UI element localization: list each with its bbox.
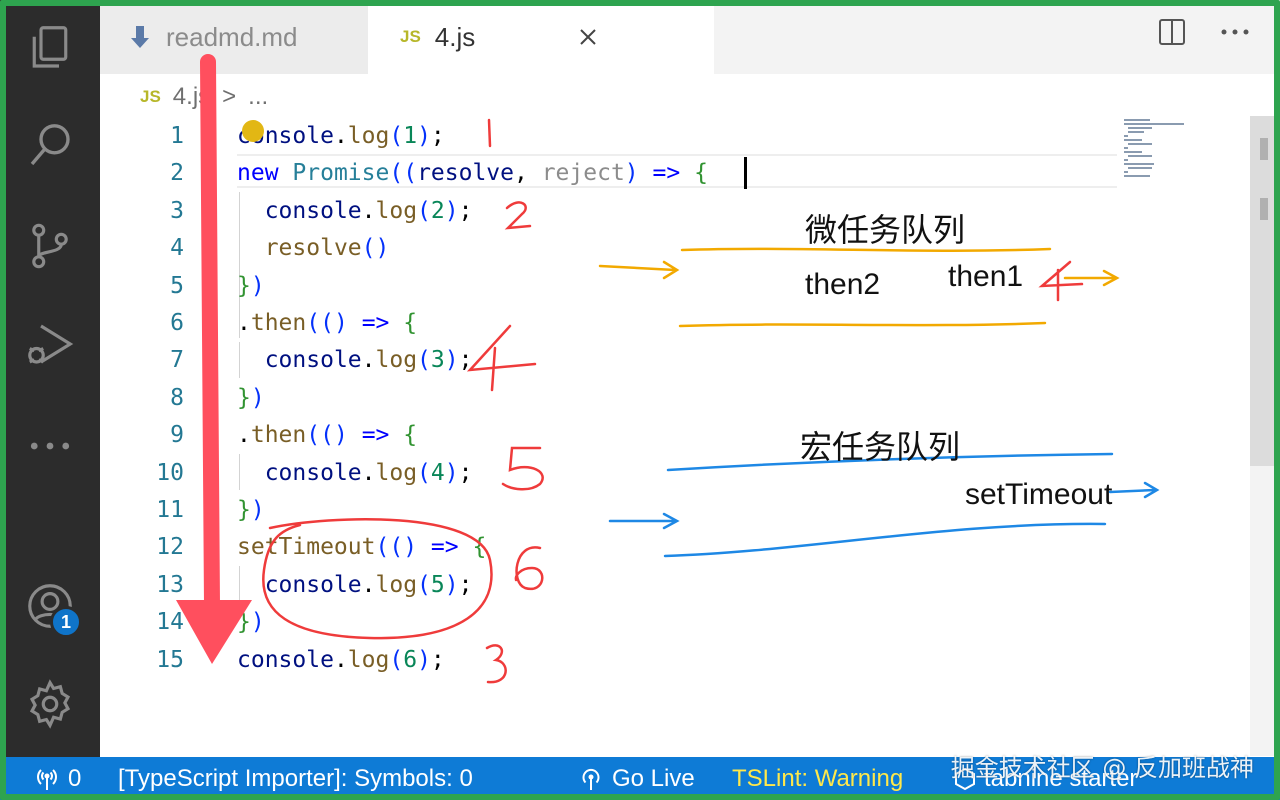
line-number: 9: [170, 422, 184, 449]
go-live-label: Go Live: [612, 764, 695, 792]
line-number: 3: [170, 197, 184, 224]
breadcrumb-more[interactable]: ...: [248, 83, 268, 111]
line-number: 13: [156, 571, 184, 598]
settings-gear-icon[interactable]: [22, 676, 78, 732]
breadcrumb: JS 4.js > ...: [140, 80, 268, 114]
tab-readmd[interactable]: readmd.md: [100, 0, 368, 74]
code-line[interactable]: 15 console.log(6);: [100, 642, 1116, 679]
tab-readmd-label: readmd.md: [166, 21, 298, 52]
code-text: setTimeout(() => {: [237, 534, 487, 561]
code-text: console.log(4);: [264, 459, 473, 486]
split-editor-icon[interactable]: [1158, 18, 1186, 46]
tab-4js[interactable]: JS 4.js: [368, 0, 714, 74]
line-number: 15: [156, 646, 184, 673]
more-dots-icon[interactable]: [22, 418, 78, 474]
code-line[interactable]: 8}): [100, 380, 1116, 417]
line-number: 8: [170, 384, 184, 411]
lightbulb-icon[interactable]: [242, 120, 264, 142]
code-line[interactable]: 7 console.log(3);: [100, 342, 1116, 379]
tab-4js-label: 4.js: [434, 21, 476, 52]
code-text: }): [237, 384, 265, 411]
code-line[interactable]: 9 .then(() => {: [100, 417, 1116, 454]
line-number: 4: [170, 235, 184, 262]
broadcast-icon: [37, 768, 57, 790]
line-number: 7: [170, 347, 184, 374]
remote-count: 0: [68, 764, 82, 792]
code-text: }): [237, 497, 265, 523]
microtask-item-then1: then1: [948, 260, 1024, 293]
breadcrumb-separator: >: [222, 83, 237, 110]
code-text: console.log(5);: [264, 571, 473, 598]
code-line[interactable]: 10 console.log(4);: [100, 455, 1116, 492]
line-number: 2: [170, 160, 184, 187]
microtask-item-then2: then2: [805, 268, 881, 301]
macrotask-item-settimeout: setTimeout: [965, 478, 1113, 511]
code-text: }): [237, 272, 265, 299]
tab-bar: readmd.md JS 4.js: [100, 0, 1280, 74]
code-text: console.log(2);: [264, 197, 473, 224]
scrollbar-thumb[interactable]: [1250, 116, 1274, 466]
explorer-files-icon[interactable]: [22, 20, 78, 76]
juejin-watermark: 掘金技术社区 @ 反加班战神: [950, 754, 1254, 782]
code-text: console.log(1);: [237, 123, 445, 149]
code-line[interactable]: 11}): [100, 492, 1116, 529]
minimap[interactable]: [1122, 118, 1202, 178]
code-line[interactable]: 14}): [100, 604, 1116, 641]
typescript-importer-status[interactable]: [TypeScript Importer]: Symbols: 0: [118, 757, 473, 800]
code-text: }): [237, 609, 265, 636]
line-number: 12: [156, 534, 184, 561]
breadcrumb-js-icon: JS: [140, 87, 161, 106]
breadcrumb-file[interactable]: 4.js: [173, 83, 210, 111]
activity-bar: 1: [0, 0, 100, 757]
account-badge: 1: [50, 606, 82, 638]
macrotask-queue-title: 宏任务队列: [800, 429, 961, 465]
source-control-icon[interactable]: [22, 218, 78, 274]
line-number: 14: [156, 609, 184, 636]
tslint-warning-status[interactable]: TSLint: Warning: [732, 757, 903, 800]
more-actions-icon[interactable]: [1220, 27, 1250, 37]
remote-status[interactable]: 0: [34, 757, 81, 800]
editor-actions: [1158, 18, 1250, 46]
markdown-download-icon: [131, 26, 149, 48]
code-text: console.log(6);: [237, 646, 445, 673]
code-text: new Promise((resolve, reject) => {: [237, 160, 708, 187]
close-icon[interactable]: [578, 27, 598, 47]
line-number: 1: [170, 123, 184, 149]
go-live-icon: [582, 768, 600, 790]
line-number: 5: [170, 272, 184, 299]
line-number: 10: [156, 459, 184, 486]
go-live-button[interactable]: Go Live: [578, 757, 695, 800]
code-text: resolve(): [264, 235, 390, 262]
js-file-icon: JS: [400, 27, 421, 46]
code-line[interactable]: 2 new Promise((resolve, reject) => {: [100, 155, 1116, 192]
line-number: 11: [156, 497, 184, 523]
text-cursor: [744, 157, 747, 189]
code-editor[interactable]: 1 console.log(1); 2 new Promise((resolve, r…: [100, 116, 1250, 756]
run-debug-icon[interactable]: [22, 316, 78, 372]
code-text: .then(() => {: [237, 310, 418, 336]
line-number: 6: [170, 310, 184, 336]
code-text: console.log(3);: [264, 347, 473, 374]
code-line[interactable]: 6 .then(() => {: [100, 305, 1116, 342]
code-line[interactable]: 12 setTimeout(() => {: [100, 529, 1116, 566]
search-icon[interactable]: [22, 118, 78, 174]
code-line[interactable]: 13 console.log(5);: [100, 567, 1116, 604]
code-text: .then(() => {: [237, 422, 418, 449]
microtask-queue-title: 微任务队列: [805, 212, 966, 248]
